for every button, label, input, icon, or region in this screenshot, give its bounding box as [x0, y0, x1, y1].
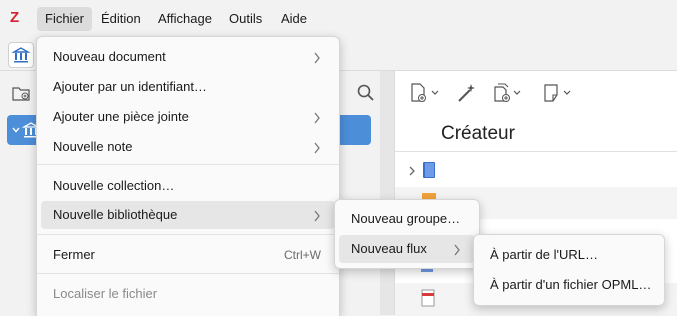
- menu-separator: [37, 273, 339, 274]
- menu-item-from-url[interactable]: À partir de l'URL…: [478, 241, 660, 269]
- zotero-logo: Z: [10, 9, 20, 26]
- add-attachment-icon[interactable]: [491, 81, 525, 105]
- book-icon: [423, 162, 435, 178]
- chevron-down-icon[interactable]: [11, 125, 21, 135]
- menu-item-new-item[interactable]: Nouveau document: [41, 43, 335, 71]
- menu-item-label: Nouveau document: [53, 49, 166, 64]
- library-icon: [11, 47, 31, 63]
- menu-item-label: Nouveau groupe…: [351, 211, 461, 226]
- menu-item-add-attachment[interactable]: Ajouter une pièce jointe: [41, 103, 335, 131]
- menu-item-label: Nouvelle note: [53, 139, 133, 154]
- magic-wand-icon[interactable]: [455, 81, 477, 105]
- menu-bar: Z Fichier Édition Affichage Outils Aide: [0, 0, 677, 37]
- column-header-creator[interactable]: Créateur: [441, 123, 515, 145]
- menu-item-new-collection[interactable]: Nouvelle collection…: [41, 172, 335, 200]
- menu-item-close[interactable]: Fermer Ctrl+W: [41, 241, 335, 269]
- pdf-icon: [421, 289, 435, 307]
- file-menu: Nouveau document Ajouter par un identifi…: [36, 36, 340, 316]
- new-library-submenu: Nouveau groupe… Nouveau flux: [334, 199, 480, 269]
- menu-affichage[interactable]: Affichage: [150, 7, 220, 31]
- menu-item-add-by-identifier[interactable]: Ajouter par un identifiant…: [41, 73, 335, 101]
- menu-item-label: Nouvelle bibliothèque: [53, 207, 178, 222]
- menu-item-new-group[interactable]: Nouveau groupe…: [339, 205, 475, 233]
- chevron-right-icon: [313, 133, 321, 161]
- menu-item-label: Fermer: [53, 247, 95, 262]
- menu-item-label: À partir de l'URL…: [490, 247, 598, 262]
- menu-outils[interactable]: Outils: [221, 7, 270, 31]
- header-divider: [395, 151, 677, 152]
- new-item-icon[interactable]: [409, 81, 443, 105]
- menu-item-new-feed[interactable]: Nouveau flux: [339, 235, 475, 263]
- menu-item-label: Nouveau flux: [351, 241, 427, 256]
- menu-item-from-opml[interactable]: À partir d'un fichier OPML…: [478, 271, 660, 299]
- collections-scrollbar[interactable]: [380, 71, 394, 315]
- library-tab[interactable]: [8, 42, 34, 68]
- table-row[interactable]: [395, 155, 677, 187]
- menu-item-show-file: Localiser le fichier: [41, 280, 335, 308]
- new-feed-submenu: À partir de l'URL… À partir d'un fichier…: [473, 234, 665, 306]
- menu-edition[interactable]: Édition: [93, 7, 149, 31]
- chevron-right-icon[interactable]: [408, 166, 416, 176]
- chevron-right-icon: [313, 201, 321, 229]
- chevron-right-icon: [453, 235, 461, 263]
- menu-item-label: Ajouter par un identifiant…: [53, 79, 207, 94]
- menu-fichier[interactable]: Fichier: [37, 7, 93, 31]
- new-note-icon[interactable]: [541, 81, 575, 105]
- menu-item-new-library[interactable]: Nouvelle bibliothèque: [41, 201, 335, 229]
- menu-item-label: Nouvelle collection…: [53, 178, 175, 193]
- menu-item-label: Localiser le fichier: [53, 286, 158, 301]
- menu-aide[interactable]: Aide: [273, 7, 315, 31]
- menu-separator: [37, 164, 339, 165]
- chevron-right-icon: [313, 43, 321, 71]
- new-collection-icon[interactable]: [12, 85, 30, 101]
- shortcut-label: Ctrl+W: [284, 248, 321, 262]
- menu-item-label: Ajouter une pièce jointe: [53, 109, 189, 124]
- menu-item-label: À partir d'un fichier OPML…: [490, 277, 652, 292]
- search-icon[interactable]: [356, 83, 376, 103]
- chevron-right-icon: [313, 103, 321, 131]
- menu-item-new-note[interactable]: Nouvelle note: [41, 133, 335, 161]
- menu-separator: [37, 234, 339, 235]
